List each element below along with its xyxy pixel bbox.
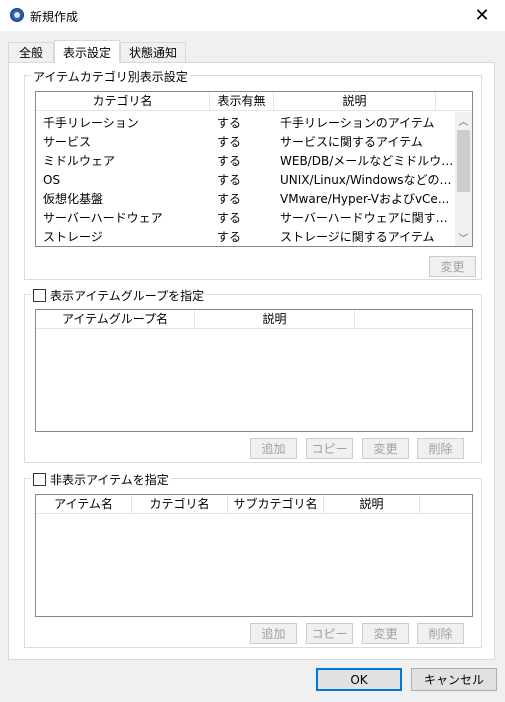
hidden-item-change-button[interactable]: 変更 (362, 623, 409, 644)
hidden-item-delete-button[interactable]: 削除 (417, 623, 464, 644)
item-group-checkbox[interactable] (33, 289, 46, 302)
table-row[interactable]: 千手リレーション する 千手リレーションのアイテム (36, 114, 457, 133)
item-group-copy-button[interactable]: コピー (306, 438, 353, 459)
category-listview[interactable]: カテゴリ名 表示有無 説明 千手リレーション する 千手リレーションのアイテム … (35, 91, 473, 247)
category-display-legend-text: アイテムカテゴリ別表示設定 (33, 70, 188, 84)
hidden-item-listview[interactable]: アイテム名 カテゴリ名 サブカテゴリ名 説明 (35, 494, 473, 617)
row-display: する (217, 173, 242, 187)
window-title: 新規作成 (30, 10, 79, 24)
item-group-list-header: アイテムグループ名 説明 (36, 310, 472, 329)
row-display: する (217, 192, 242, 206)
hidden-item-checkbox[interactable] (33, 473, 46, 486)
close-button[interactable]: ✕ (459, 0, 505, 31)
col-description[interactable]: 説明 (274, 92, 436, 111)
hidden-item-list-header: アイテム名 カテゴリ名 サブカテゴリ名 説明 (36, 495, 472, 514)
tab-status-notification[interactable]: 状態通知 (120, 42, 186, 62)
item-group-legend: 表示アイテムグループを指定 (31, 287, 207, 304)
row-category: 千手リレーション (43, 116, 139, 130)
hidden-item-copy-button[interactable]: コピー (306, 623, 353, 644)
item-group-listview[interactable]: アイテムグループ名 説明 (35, 309, 473, 432)
row-description: WEB/DB/メールなどミドルウェア... (280, 154, 455, 168)
hidden-item-legend: 非表示アイテムを指定 (31, 471, 171, 488)
col-item-group-description[interactable]: 説明 (195, 310, 355, 329)
item-group-delete-button[interactable]: 削除 (417, 438, 464, 459)
col-display[interactable]: 表示有無 (210, 92, 274, 111)
category-display-group: アイテムカテゴリ別表示設定 カテゴリ名 表示有無 説明 千手リレーション する … (24, 68, 482, 280)
title-bar: 新規作成 ✕ (0, 0, 505, 31)
ok-button[interactable]: OK (316, 668, 402, 691)
col-item-group-name[interactable]: アイテムグループ名 (36, 310, 195, 329)
col-hidden-description[interactable]: 説明 (324, 495, 420, 514)
row-category: ストレージ (43, 230, 103, 244)
category-change-button[interactable]: 変更 (429, 256, 476, 277)
category-display-legend: アイテムカテゴリ別表示設定 (31, 68, 190, 85)
item-group-legend-text: 表示アイテムグループを指定 (50, 289, 205, 303)
row-description: サーバーハードウェアに関するアイ... (280, 211, 455, 225)
row-description: ストレージに関するアイテム (280, 230, 435, 244)
item-group-section: 表示アイテムグループを指定 アイテムグループ名 説明 追加 コピー 変更 削除 (24, 287, 482, 463)
row-display: する (217, 230, 242, 244)
hidden-item-add-button[interactable]: 追加 (250, 623, 297, 644)
row-description: UNIX/Linux/WindowsなどのO... (280, 173, 455, 187)
row-category: サービス (43, 135, 92, 149)
col-item-name[interactable]: アイテム名 (36, 495, 132, 514)
tab-display-settings[interactable]: 表示設定 (54, 40, 120, 63)
table-row[interactable]: サーバーハードウェア する サーバーハードウェアに関するアイ... (36, 209, 457, 228)
row-display: する (217, 116, 242, 130)
row-description: サービスに関するアイテム (280, 135, 423, 149)
row-display: する (217, 211, 242, 225)
table-row[interactable]: OS する UNIX/Linux/WindowsなどのO... (36, 171, 457, 190)
col-category-name[interactable]: カテゴリ名 (36, 92, 210, 111)
row-description: 千手リレーションのアイテム (280, 116, 435, 130)
row-category: OS (43, 173, 61, 187)
item-group-add-button[interactable]: 追加 (250, 438, 297, 459)
table-row[interactable]: 仮想化基盤 する VMware/Hyper-VおよびvCe... (36, 190, 457, 209)
row-description: VMware/Hyper-VおよびvCe... (280, 192, 450, 206)
row-category: サーバーハードウェア (43, 211, 163, 225)
scroll-up-icon[interactable]: ︿ (455, 112, 472, 129)
scroll-thumb[interactable] (457, 130, 470, 192)
tab-panel: アイテムカテゴリ別表示設定 カテゴリ名 表示有無 説明 千手リレーション する … (8, 62, 495, 660)
cancel-button[interactable]: キャンセル (411, 668, 497, 691)
category-list-header: カテゴリ名 表示有無 説明 (36, 92, 472, 111)
row-category: 仮想化基盤 (43, 192, 104, 206)
item-group-change-button[interactable]: 変更 (362, 438, 409, 459)
table-row[interactable]: サービス する サービスに関するアイテム (36, 133, 457, 152)
hidden-item-section: 非表示アイテムを指定 アイテム名 カテゴリ名 サブカテゴリ名 説明 追加 コピー… (24, 471, 482, 648)
table-row[interactable]: ミドルウェア する WEB/DB/メールなどミドルウェア... (36, 152, 457, 171)
hidden-item-legend-text: 非表示アイテムを指定 (50, 473, 169, 487)
row-category: ミドルウェア (43, 154, 116, 168)
category-list-scrollbar[interactable]: ︿ ﹀ (455, 112, 472, 246)
scroll-down-icon[interactable]: ﹀ (455, 229, 472, 246)
row-display: する (217, 135, 242, 149)
app-icon (10, 8, 24, 22)
table-row[interactable]: ストレージ する ストレージに関するアイテム (36, 228, 457, 246)
col-subcategory-name[interactable]: サブカテゴリ名 (228, 495, 324, 514)
col-hidden-category-name[interactable]: カテゴリ名 (132, 495, 228, 514)
tab-general[interactable]: 全般 (8, 42, 54, 62)
row-display: する (217, 154, 242, 168)
